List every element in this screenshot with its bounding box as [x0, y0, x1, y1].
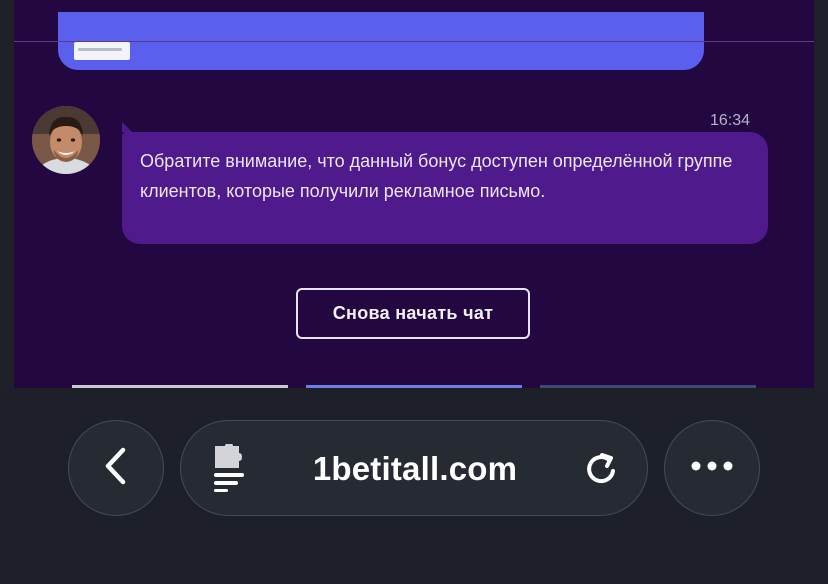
- chevron-left-icon: [101, 446, 131, 491]
- agent-message-bubble: Обратите внимание, что данный бонус дост…: [122, 122, 768, 244]
- chat-header-divider: [14, 41, 814, 42]
- ellipsis-icon: [690, 459, 734, 477]
- chat-panel: 16:34 Обратите внимание, что данный бону…: [14, 0, 814, 388]
- browser-bottom-toolbar: 1betitall.com: [0, 388, 828, 584]
- message-timestamp: 16:34: [709, 112, 750, 129]
- message-text: Обратите внимание, что данный бонус дост…: [140, 151, 733, 201]
- attachment-thumbnail[interactable]: [74, 42, 130, 60]
- more-options-button[interactable]: [664, 420, 760, 516]
- back-button[interactable]: [68, 420, 164, 516]
- address-bar[interactable]: 1betitall.com: [180, 420, 648, 516]
- restart-chat-button[interactable]: Снова начать чат: [296, 288, 530, 339]
- url-text: 1betitall.com: [312, 450, 518, 487]
- web-page: 16:34 Обратите внимание, что данный бону…: [0, 0, 828, 388]
- agent-avatar: [32, 106, 100, 174]
- reload-icon[interactable]: [583, 451, 619, 492]
